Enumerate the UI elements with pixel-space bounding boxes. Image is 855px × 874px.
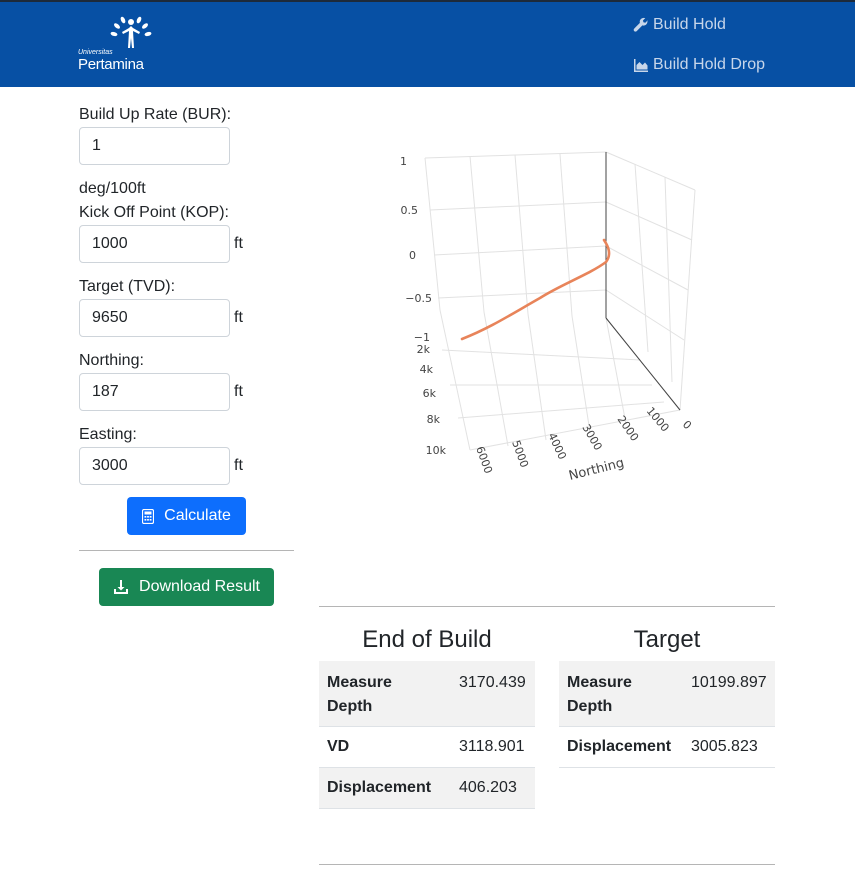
depth-tick: 8k <box>427 413 441 426</box>
easting-tick: 0 <box>680 418 694 432</box>
brand-line2: Pertamina <box>78 56 144 73</box>
bur-unit: deg/100ft <box>79 180 146 197</box>
northing-unit: ft <box>234 383 243 400</box>
northing-label: Northing: <box>79 352 144 369</box>
depth-tick: 6k <box>423 387 437 400</box>
depth-tick: 4k <box>420 363 434 376</box>
download-icon <box>114 580 129 594</box>
kop-input[interactable] <box>79 225 230 263</box>
wrench-icon <box>633 17 648 32</box>
nav-build-hold-label: Build Hold <box>653 16 726 33</box>
table-row: VD 3118.901 <box>319 727 535 768</box>
divider-results-bottom <box>319 864 775 865</box>
download-label: Download Result <box>139 578 260 595</box>
northing-input[interactable] <box>79 373 230 411</box>
row-key: Displacement <box>327 779 432 796</box>
kop-label: Kick Off Point (KOP): <box>79 204 229 221</box>
calculator-icon <box>142 508 155 524</box>
row-value: 3118.901 <box>459 738 525 755</box>
logo-tree-icon <box>110 16 152 48</box>
z-tick: 0.5 <box>401 204 419 217</box>
trajectory-3d-plot[interactable]: 1 0.5 0 −0.5 −1 2k 4k 6k 8k 10k 6000 500… <box>380 140 710 490</box>
divider-results-top <box>319 606 775 607</box>
table-row: Measure Depth 10199.897 <box>559 661 775 727</box>
calculate-label: Calculate <box>164 507 231 524</box>
row-key: VD <box>327 738 350 755</box>
nav-build-hold[interactable]: Build Hold <box>633 16 726 34</box>
z-tick: 0 <box>409 249 416 262</box>
row-value: 3005.823 <box>691 738 758 755</box>
z-tick: −0.5 <box>405 292 432 305</box>
table-row: Displacement 406.203 <box>319 768 535 809</box>
end-of-build-title: End of Build <box>362 626 492 653</box>
nav-build-hold-drop-label: Build Hold Drop <box>653 56 766 73</box>
download-result-button[interactable]: Download Result <box>99 568 274 606</box>
easting-label: Easting: <box>79 426 137 443</box>
easting-tick: 1000 <box>644 405 672 435</box>
bur-input[interactable] <box>79 127 230 165</box>
row-key: Measure Depth <box>327 674 392 715</box>
table-row: Measure Depth 3170.439 <box>319 661 535 727</box>
university-logo[interactable]: Universitas Pertamina <box>78 16 158 74</box>
nav-build-hold-drop[interactable]: Build Hold Drop <box>633 56 765 74</box>
axis-title-northing: Northing <box>567 456 625 484</box>
z-tick: 1 <box>400 155 407 168</box>
easting-tick: 5000 <box>509 439 531 470</box>
depth-axis-ticks: 2k 4k 6k 8k 10k <box>417 343 447 457</box>
kop-unit: ft <box>234 235 243 252</box>
row-value: 3170.439 <box>459 674 526 691</box>
easting-tick: 6000 <box>473 445 495 476</box>
calculate-button[interactable]: Calculate <box>127 497 246 535</box>
easting-unit: ft <box>234 457 243 474</box>
tvd-unit: ft <box>234 309 243 326</box>
target-title: Target <box>633 626 701 653</box>
easting-input[interactable] <box>79 447 230 485</box>
depth-tick: 10k <box>426 444 447 457</box>
row-key: Measure Depth <box>567 674 632 715</box>
divider-left <box>79 550 294 551</box>
target-table: Measure Depth 10199.897 Displacement 300… <box>559 661 775 768</box>
easting-tick: 4000 <box>545 431 569 462</box>
end-of-build-table: Measure Depth 3170.439 VD 3118.901 Displ… <box>319 661 535 809</box>
bur-label: Build Up Rate (BUR): <box>79 106 232 123</box>
row-value: 10199.897 <box>691 674 767 691</box>
area-chart-icon <box>634 59 648 72</box>
row-key: Displacement <box>567 738 672 755</box>
navbar: Universitas Pertamina Build Hold Build H… <box>0 0 855 87</box>
row-value: 406.203 <box>459 779 517 796</box>
easting-tick: 3000 <box>579 422 604 453</box>
depth-tick: 2k <box>417 343 431 356</box>
well-trajectory-line <box>460 238 611 341</box>
tvd-input[interactable] <box>79 299 230 337</box>
brand-line1: Universitas <box>78 49 113 56</box>
table-row: Displacement 3005.823 <box>559 727 775 768</box>
tvd-label: Target (TVD): <box>79 278 176 295</box>
